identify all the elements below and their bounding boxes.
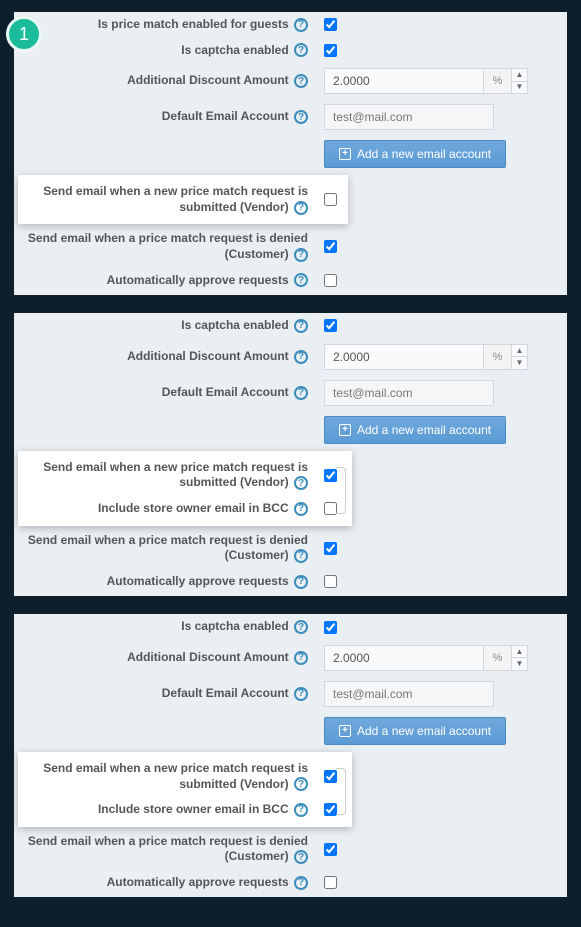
denied-label: Send email when a price match request is… [14,533,314,564]
help-icon[interactable]: ? [294,687,308,701]
email-input[interactable] [324,681,494,707]
auto-checkbox[interactable] [324,575,337,588]
help-icon[interactable]: ? [294,575,308,589]
captcha-checkbox[interactable] [324,319,337,332]
discount-input[interactable] [324,68,484,94]
discount-unit: % [484,645,512,671]
highlighted-group: Send email when a new price match reques… [18,752,352,827]
denied-checkbox[interactable] [324,240,337,253]
help-icon[interactable]: ? [294,248,308,262]
chevron-up-icon[interactable]: ▲ [512,69,527,82]
discount-label: Additional Discount Amount ? [14,650,314,666]
add-email-label: Add a new email account [357,423,491,437]
discount-stepper[interactable]: ▲▼ [512,645,528,671]
denied-label: Send email when a price match request is… [14,834,314,865]
plus-icon: + [339,148,351,160]
discount-stepper[interactable]: ▲▼ [512,344,528,370]
tree-connector [336,768,346,815]
auto-label: Automatically approve requests ? [14,574,314,590]
discount-label: Additional Discount Amount ? [14,349,314,365]
highlighted-group: Send email when a new price match reques… [18,175,348,224]
auto-label: Automatically approve requests ? [14,875,314,891]
help-icon[interactable]: ? [294,201,308,215]
step-number: 1 [19,24,29,45]
help-icon[interactable]: ? [294,273,308,287]
tree-connector [336,467,346,514]
email-input[interactable] [324,380,494,406]
captcha-label: Is captcha enabled ? [14,318,314,334]
denied-checkbox[interactable] [324,843,337,856]
help-icon[interactable]: ? [294,110,308,124]
discount-input[interactable] [324,645,484,671]
add-email-button[interactable]: + Add a new email account [324,140,506,168]
chevron-down-icon[interactable]: ▼ [512,82,527,94]
chevron-down-icon[interactable]: ▼ [512,658,527,670]
auto-checkbox[interactable] [324,274,337,287]
chevron-up-icon[interactable]: ▲ [512,345,527,358]
send-vendor-label: Send email when a new price match reques… [18,184,314,215]
email-label: Default Email Account ? [14,109,314,125]
email-label: Default Email Account ? [14,385,314,401]
discount-unit: % [484,344,512,370]
send-vendor-label: Send email when a new price match reques… [18,460,314,491]
help-icon[interactable]: ? [294,386,308,400]
help-icon[interactable]: ? [294,620,308,634]
guests-label: Is price match enabled for guests ? [14,17,314,33]
help-icon[interactable]: ? [294,549,308,563]
help-icon[interactable]: ? [294,876,308,890]
captcha-label: Is captcha enabled ? [14,619,314,635]
help-icon[interactable]: ? [294,651,308,665]
discount-label: Additional Discount Amount ? [14,73,314,89]
help-icon[interactable]: ? [294,350,308,364]
add-email-button[interactable]: + Add a new email account [324,416,506,444]
discount-input[interactable] [324,344,484,370]
help-icon[interactable]: ? [294,803,308,817]
help-icon[interactable]: ? [294,850,308,864]
bcc-label: Include store owner email in BCC ? [18,802,314,818]
chevron-up-icon[interactable]: ▲ [512,646,527,659]
plus-icon: + [339,424,351,436]
chevron-down-icon[interactable]: ▼ [512,357,527,369]
settings-panel-1: Is price match enabled for guests ? Is c… [14,12,567,295]
denied-label: Send email when a price match request is… [14,231,314,262]
add-email-label: Add a new email account [357,147,491,161]
auto-checkbox[interactable] [324,876,337,889]
discount-stepper[interactable]: ▲▼ [512,68,528,94]
send-vendor-label: Send email when a new price match reques… [18,761,314,792]
auto-label: Automatically approve requests ? [14,273,314,289]
captcha-checkbox[interactable] [324,44,337,57]
add-email-button[interactable]: + Add a new email account [324,717,506,745]
discount-unit: % [484,68,512,94]
captcha-checkbox[interactable] [324,621,337,634]
highlighted-group: Send email when a new price match reques… [18,451,352,526]
help-icon[interactable]: ? [294,18,308,32]
help-icon[interactable]: ? [294,43,308,57]
add-email-label: Add a new email account [357,724,491,738]
help-icon[interactable]: ? [294,74,308,88]
help-icon[interactable]: ? [294,777,308,791]
help-icon[interactable]: ? [294,502,308,516]
settings-panel-2: Is captcha enabled ? Additional Discount… [14,313,567,596]
denied-checkbox[interactable] [324,542,337,555]
captcha-label: Is captcha enabled ? [14,43,314,59]
plus-icon: + [339,725,351,737]
help-icon[interactable]: ? [294,319,308,333]
step-badge: 1 [6,16,42,52]
email-label: Default Email Account ? [14,686,314,702]
send-vendor-checkbox[interactable] [324,193,337,206]
guests-checkbox[interactable] [324,18,337,31]
bcc-label: Include store owner email in BCC ? [18,501,314,517]
help-icon[interactable]: ? [294,476,308,490]
email-input[interactable] [324,104,494,130]
